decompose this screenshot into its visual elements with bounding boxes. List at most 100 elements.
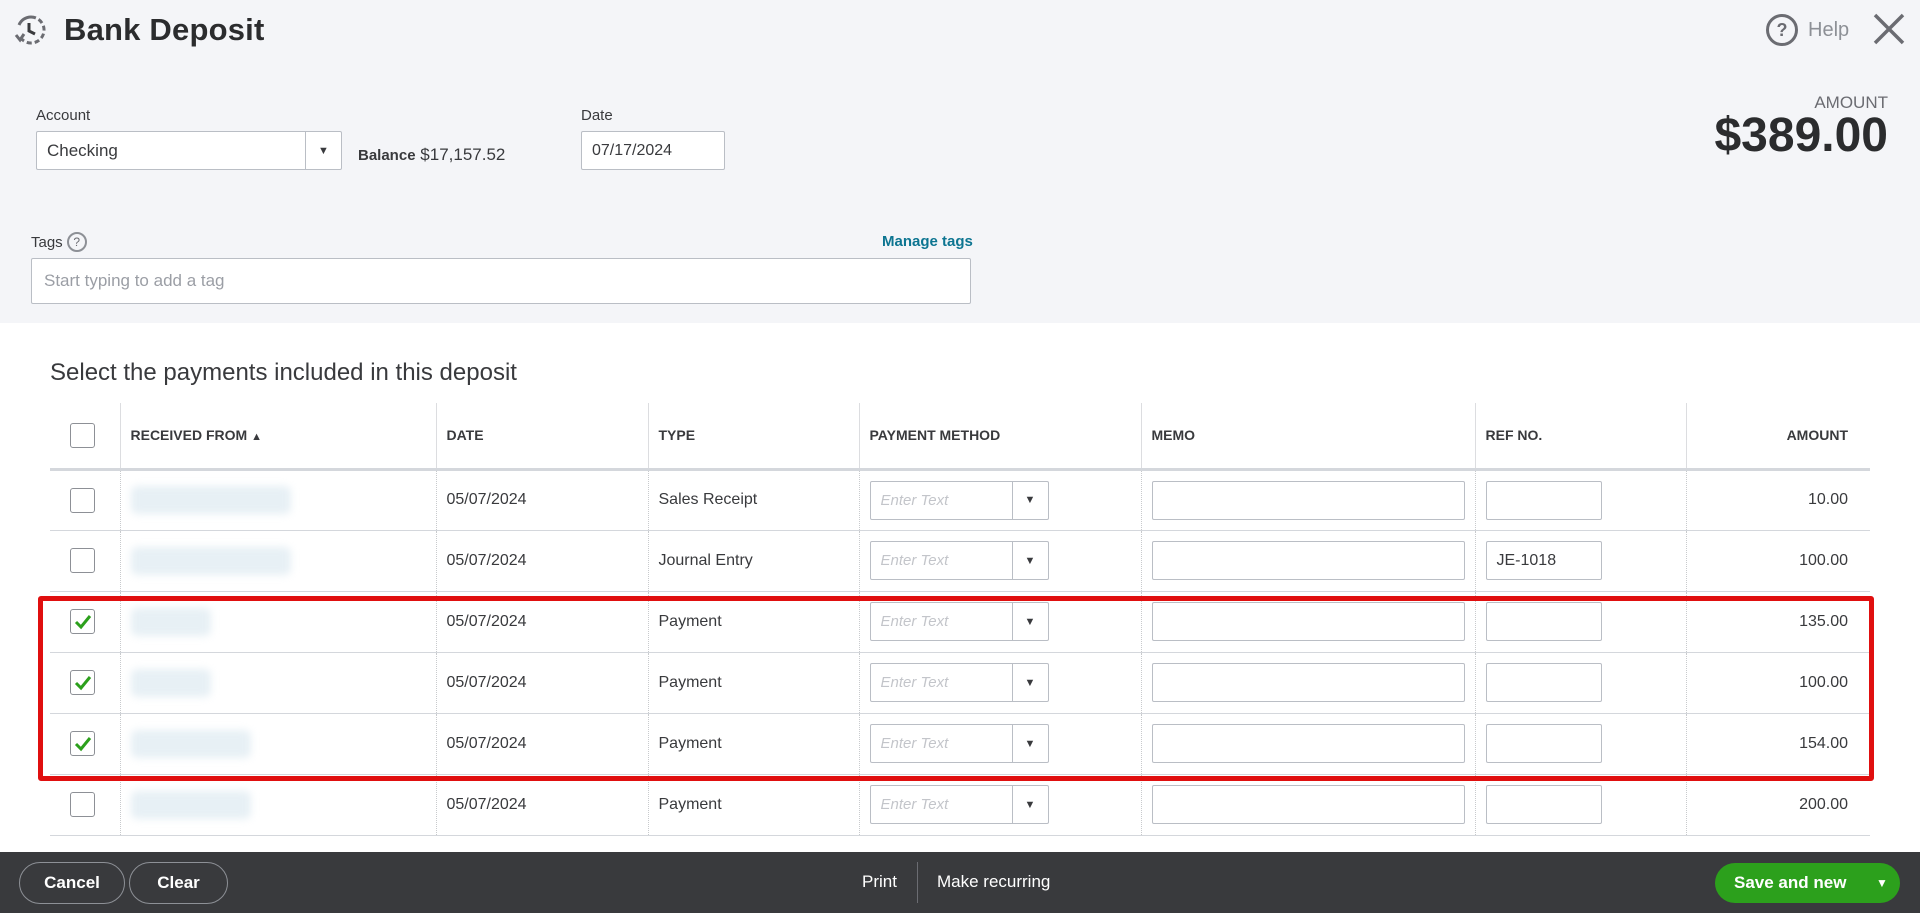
chevron-down-icon[interactable]: ▼ [1011, 603, 1048, 640]
memo-input[interactable] [1151, 785, 1465, 824]
memo-cell [1140, 774, 1475, 836]
row-checkbox[interactable] [70, 670, 95, 695]
tags-input[interactable]: Start typing to add a tag [31, 258, 971, 304]
amount-total: $389.00 [1714, 109, 1888, 162]
ref-no-input[interactable] [1485, 663, 1602, 702]
help-button[interactable]: ? Help [1766, 14, 1849, 46]
chevron-down-icon[interactable]: ▼ [1011, 542, 1048, 579]
row-checkbox[interactable] [70, 548, 95, 573]
redacted-name [130, 668, 211, 697]
question-circle-icon: ? [1766, 14, 1798, 46]
tags-label: Tags [31, 233, 63, 251]
row-checkbox[interactable] [70, 487, 95, 513]
payment-method-select[interactable]: Enter Text ▼ [869, 541, 1049, 580]
chevron-down-icon[interactable]: ▼ [1864, 876, 1900, 890]
account-value: Checking [47, 141, 118, 160]
col-type[interactable]: TYPE [647, 403, 859, 471]
amount-cell: 200.00 [1685, 774, 1870, 836]
chevron-down-icon[interactable]: ▼ [1011, 481, 1048, 519]
table-row[interactable]: 05/07/2024 Journal Entry Enter Text ▼ JE… [50, 530, 1870, 592]
ref-cell [1474, 713, 1686, 775]
payment-method-cell: Enter Text ▼ [858, 713, 1141, 775]
row-checkbox[interactable] [70, 792, 95, 817]
date-cell: 05/07/2024 [435, 469, 648, 531]
payment-method-select[interactable]: Enter Text ▼ [869, 785, 1049, 824]
row-checkbox[interactable] [70, 731, 95, 756]
memo-cell [1140, 469, 1475, 531]
save-and-new-button[interactable]: Save and new ▼ [1715, 863, 1900, 903]
balance-label: Balance [358, 147, 416, 164]
memo-input[interactable] [1151, 602, 1465, 641]
close-icon[interactable] [1872, 12, 1906, 46]
table-row[interactable]: 05/07/2024 Payment Enter Text ▼ 154.00 [50, 713, 1870, 775]
table-row[interactable]: 05/07/2024 Payment Enter Text ▼ 135.00 [50, 591, 1870, 653]
manage-tags-link[interactable]: Manage tags [882, 233, 973, 250]
memo-input[interactable] [1151, 724, 1465, 763]
ref-no-input[interactable] [1485, 724, 1602, 763]
save-and-new-label: Save and new [1734, 873, 1847, 892]
col-memo[interactable]: MEMO [1140, 403, 1475, 471]
print-link[interactable]: Print [862, 872, 897, 892]
chevron-down-icon[interactable]: ▼ [1011, 664, 1048, 701]
col-date[interactable]: DATE [435, 403, 648, 471]
account-select[interactable]: Checking ▼ [36, 131, 342, 170]
payment-method-cell: Enter Text ▼ [858, 774, 1141, 836]
question-circle-icon[interactable]: ? [66, 232, 87, 252]
select-all-checkbox[interactable] [70, 422, 95, 448]
payment-method-select[interactable]: Enter Text ▼ [869, 602, 1049, 641]
col-amount[interactable]: AMOUNT [1685, 403, 1870, 471]
col-ref-no[interactable]: REF NO. [1474, 403, 1686, 471]
payment-method-select[interactable]: Enter Text ▼ [869, 724, 1049, 763]
chevron-down-icon[interactable]: ▼ [305, 132, 341, 169]
date-cell: 05/07/2024 [435, 774, 648, 836]
account-label: Account [36, 107, 91, 124]
chevron-down-icon[interactable]: ▼ [1011, 786, 1048, 823]
make-recurring-link[interactable]: Make recurring [937, 872, 1050, 892]
payment-method-cell: Enter Text ▼ [858, 591, 1141, 653]
table-row[interactable]: 05/07/2024 Sales Receipt Enter Text ▼ 10… [50, 469, 1870, 531]
select-cell [50, 530, 120, 592]
date-cell: 05/07/2024 [435, 530, 648, 592]
memo-cell [1140, 591, 1475, 653]
memo-input[interactable] [1151, 541, 1465, 580]
memo-input[interactable] [1151, 663, 1465, 702]
table-row[interactable]: 05/07/2024 Payment Enter Text ▼ 200.00 [50, 774, 1870, 836]
received-from-cell [119, 774, 436, 836]
cancel-button[interactable]: Cancel [19, 862, 125, 904]
received-from-cell [119, 469, 436, 531]
payment-method-placeholder: Enter Text [880, 552, 949, 569]
col-received-from[interactable]: RECEIVED FROM ▲ [119, 403, 436, 471]
redacted-name [130, 607, 211, 636]
balance: Balance $17,157.52 [358, 145, 505, 165]
payment-method-placeholder: Enter Text [880, 796, 949, 813]
redacted-name [130, 486, 291, 514]
type-cell: Payment [647, 774, 859, 836]
ref-no-input[interactable] [1485, 602, 1602, 641]
payment-method-cell: Enter Text ▼ [858, 652, 1141, 714]
checkmark-icon [74, 614, 91, 629]
select-cell [50, 774, 120, 836]
chevron-down-icon[interactable]: ▼ [1011, 725, 1048, 762]
type-cell: Payment [647, 591, 859, 653]
payment-method-select[interactable]: Enter Text ▼ [869, 663, 1049, 702]
amount-cell: 100.00 [1685, 652, 1870, 714]
payment-method-select[interactable]: Enter Text ▼ [869, 480, 1049, 520]
ref-no-input[interactable] [1485, 480, 1602, 520]
table-row[interactable]: 05/07/2024 Payment Enter Text ▼ 100.00 [50, 652, 1870, 714]
help-label: Help [1808, 18, 1850, 41]
memo-input[interactable] [1151, 480, 1465, 520]
ref-no-input[interactable] [1485, 785, 1602, 824]
date-cell: 05/07/2024 [435, 713, 648, 775]
col-payment-method[interactable]: PAYMENT METHOD [858, 403, 1141, 471]
clear-button[interactable]: Clear [129, 862, 228, 904]
redacted-name [130, 729, 251, 758]
row-checkbox[interactable] [70, 609, 95, 634]
footer-bar: Cancel Clear Print Make recurring Save a… [0, 852, 1920, 913]
table-header-row: RECEIVED FROM ▲ DATE TYPE PAYMENT METHOD… [50, 403, 1870, 471]
balance-value: $17,157.52 [420, 145, 506, 164]
date-input[interactable]: 07/17/2024 [581, 131, 725, 170]
date-cell: 05/07/2024 [435, 652, 648, 714]
ref-no-input[interactable]: JE-1018 [1485, 541, 1602, 580]
memo-cell [1140, 652, 1475, 714]
amount-cell: 10.00 [1685, 469, 1870, 531]
